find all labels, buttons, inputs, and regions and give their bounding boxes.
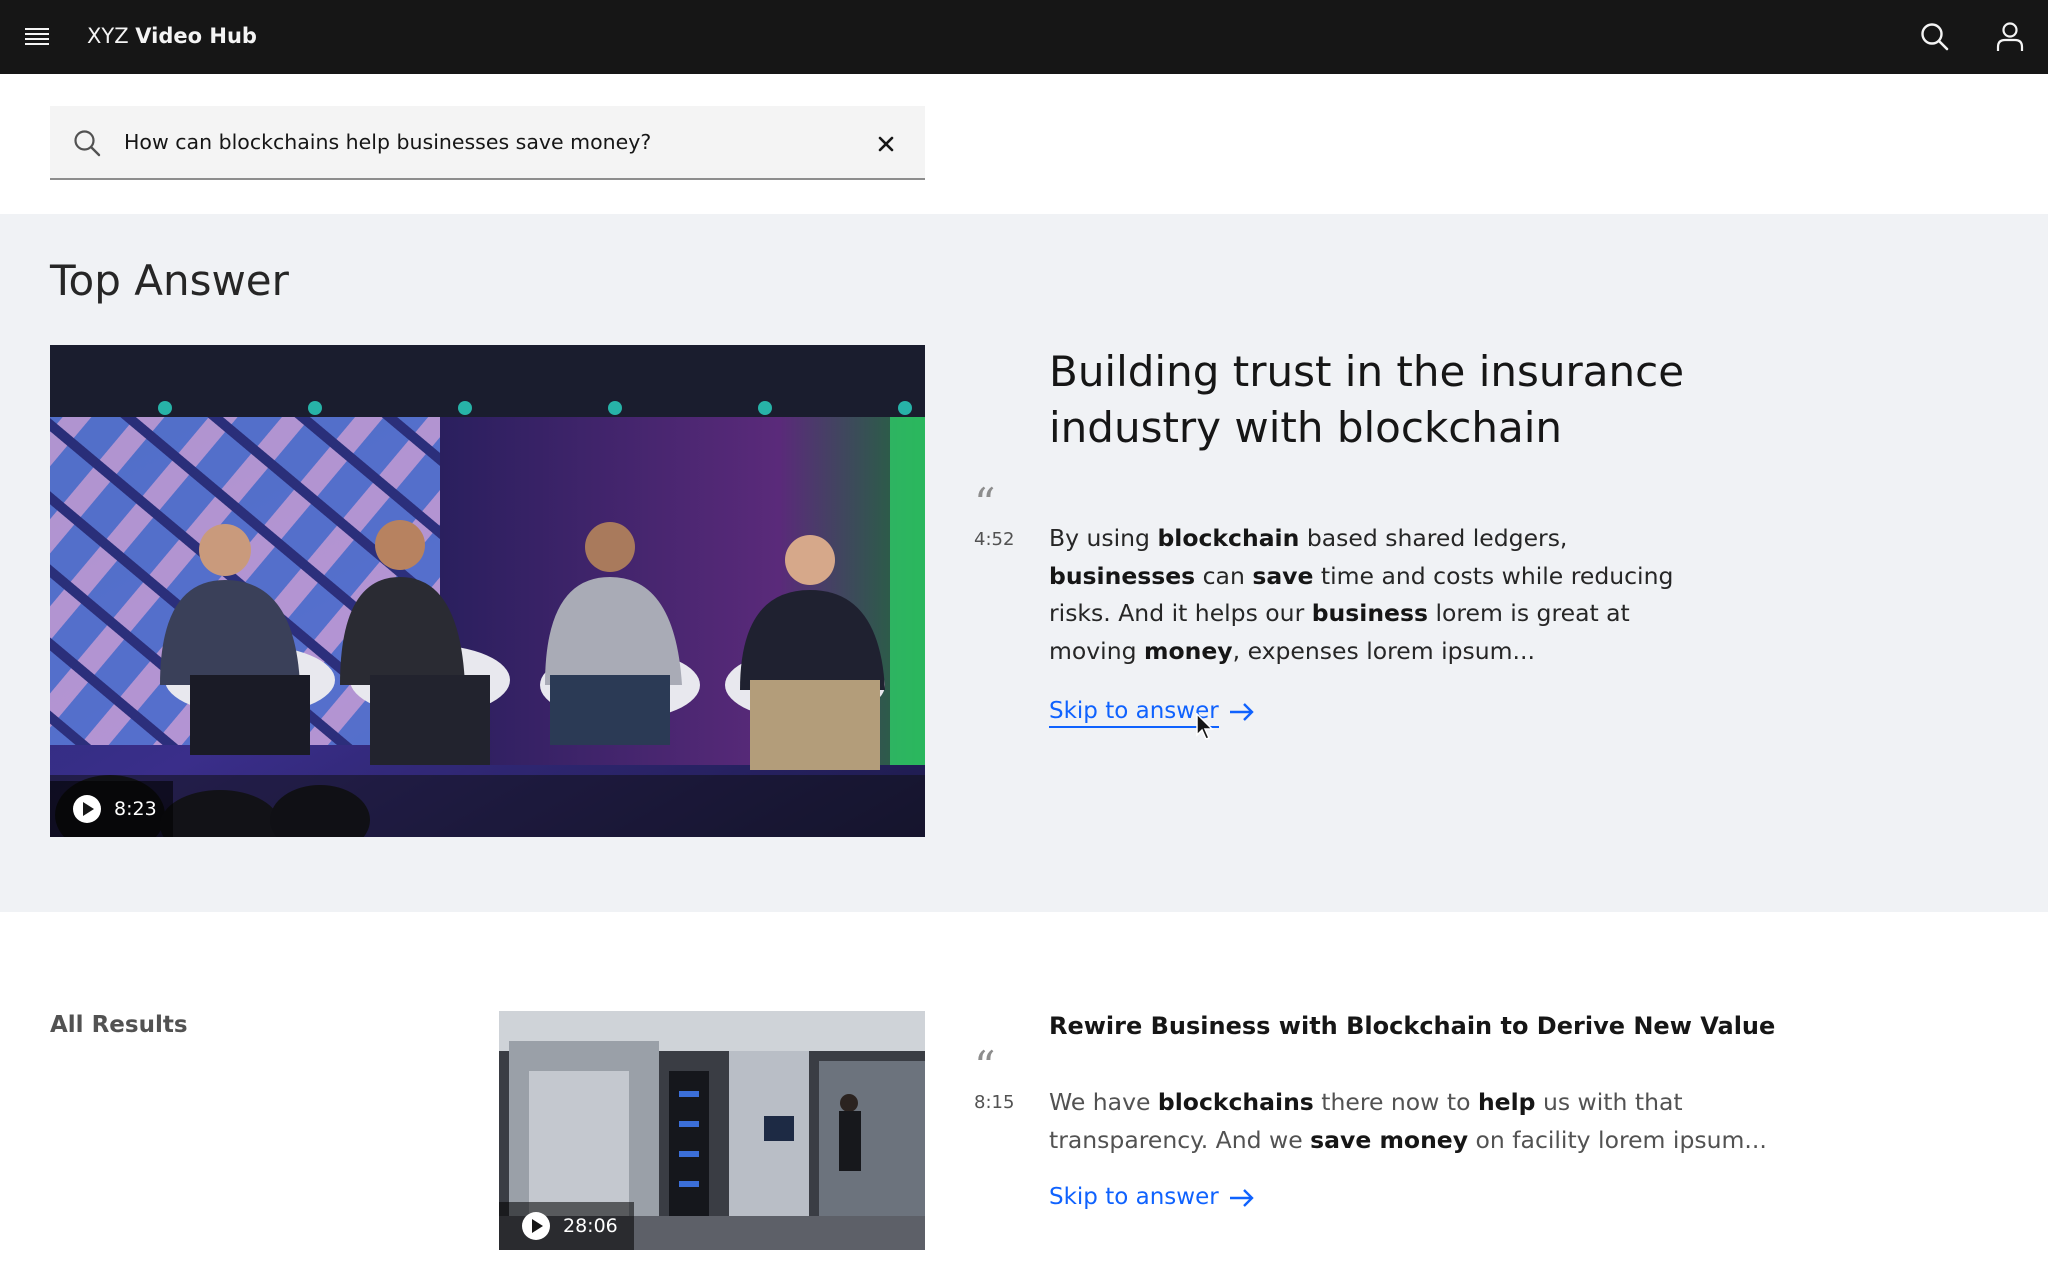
skip-to-answer-label: Skip to answer bbox=[1049, 696, 1219, 728]
all-results-heading: All Results bbox=[50, 1012, 188, 1038]
answer-title[interactable]: Building trust in the insurance industry… bbox=[1049, 344, 1689, 456]
skip-to-answer-link[interactable]: Skip to answer bbox=[1049, 696, 1255, 728]
section-title: Top Answer bbox=[50, 256, 289, 305]
quote-icon: “ bbox=[974, 479, 996, 528]
play-icon[interactable] bbox=[521, 1211, 551, 1241]
result-title[interactable]: Rewire Business with Blockchain to Deriv… bbox=[1049, 1012, 1775, 1040]
result-timestamp[interactable]: 8:15 bbox=[974, 1092, 1014, 1113]
brand-name: Video Hub bbox=[135, 24, 257, 48]
search-icon[interactable] bbox=[1918, 20, 1952, 54]
brand-prefix: XYZ bbox=[87, 24, 129, 48]
app-brand[interactable]: XYZ Video Hub bbox=[87, 22, 257, 50]
video-duration-badge: 28:06 bbox=[499, 1202, 634, 1250]
video-duration: 28:06 bbox=[563, 1215, 618, 1237]
quote-icon: “ bbox=[974, 1042, 996, 1091]
video-duration-badge: 8:23 bbox=[50, 781, 173, 837]
search-input[interactable] bbox=[124, 106, 824, 178]
user-icon[interactable] bbox=[1993, 20, 2027, 54]
result-video[interactable]: 28:06 bbox=[499, 1011, 925, 1250]
skip-to-answer-link[interactable]: Skip to answer bbox=[1049, 1184, 1255, 1212]
arrow-right-icon bbox=[1229, 703, 1254, 721]
top-answer-video[interactable]: 8:23 bbox=[50, 345, 925, 837]
search-icon bbox=[74, 130, 101, 157]
top-nav-bar: XYZ Video Hub bbox=[0, 0, 2048, 74]
arrow-right-icon bbox=[1229, 1189, 1254, 1207]
result-excerpt: We have blockchains there now to help us… bbox=[1049, 1088, 1767, 1154]
video-thumbnail bbox=[50, 345, 925, 837]
answer-timestamp[interactable]: 4:52 bbox=[974, 529, 1014, 550]
video-duration: 8:23 bbox=[114, 798, 157, 820]
play-icon[interactable] bbox=[72, 794, 102, 824]
search-field bbox=[50, 106, 925, 180]
answer-excerpt: By using blockchain based shared ledgers… bbox=[1049, 524, 1674, 665]
skip-to-answer-label: Skip to answer bbox=[1049, 1184, 1219, 1210]
close-icon[interactable] bbox=[862, 128, 910, 160]
menu-icon[interactable] bbox=[20, 22, 54, 52]
